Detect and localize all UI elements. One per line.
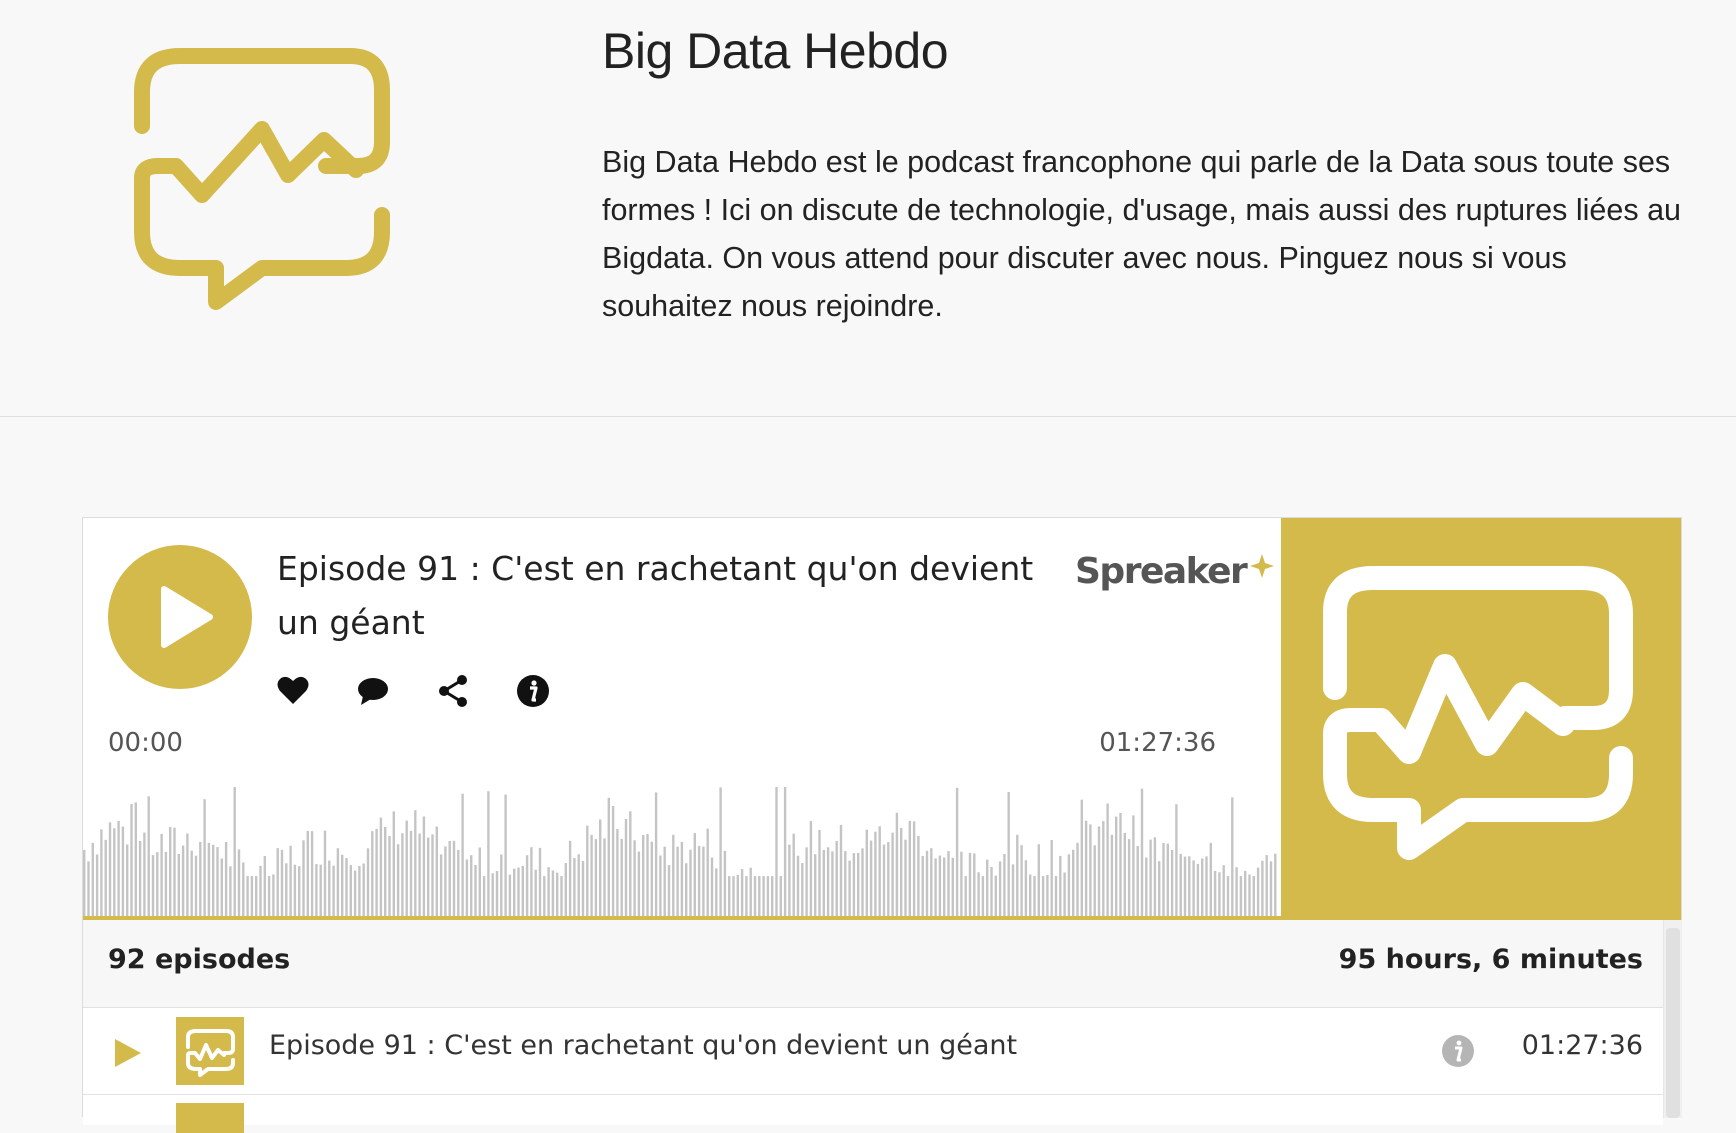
podcast-title: Big Data Hebdo — [602, 23, 949, 79]
total-time: 01:27:36 — [1099, 728, 1216, 758]
podcast-description: Big Data Hebdo est le podcast francophon… — [602, 145, 1681, 323]
heart-icon — [277, 676, 309, 704]
comment-icon — [358, 678, 388, 705]
episode-list-scrollbar[interactable] — [1663, 920, 1682, 1118]
info-icon — [517, 675, 549, 707]
like-button[interactable] — [275, 673, 315, 713]
current-time: 00:00 — [108, 728, 183, 758]
episode-thumbnail — [176, 1103, 244, 1133]
play-icon — [161, 586, 213, 648]
podcast-header: Big Data Hebdo Big Data Hebdo est le pod… — [0, 0, 1736, 417]
share-icon — [439, 675, 467, 707]
episode-row-title: Episode 91 : C'est en rachetant qu'on de… — [269, 1030, 1018, 1061]
comment-button[interactable] — [355, 673, 395, 713]
total-duration: 95 hours, 6 minutes — [1338, 944, 1643, 975]
cover-logo-icon — [1323, 566, 1633, 860]
row-info-icon[interactable] — [1441, 1034, 1475, 1068]
star-icon — [1250, 554, 1275, 578]
spreaker-wordmark: Spreaker — [1075, 550, 1248, 592]
episode-title: Episode 91 : C'est en rachetant qu'on de… — [277, 549, 1034, 642]
episode-thumbnail — [176, 1017, 244, 1085]
spreaker-player: Episode 91 : C'est en rachetant qu'on de… — [82, 517, 1682, 1133]
episode-row-duration: 01:27:36 — [1521, 1030, 1643, 1061]
thumbnail-logo-icon — [186, 1029, 235, 1077]
list-item[interactable] — [83, 1095, 1663, 1133]
scrollbar-thumb[interactable] — [1666, 928, 1680, 1118]
play-button[interactable] — [108, 545, 252, 689]
episode-row[interactable]: Episode 91 : C'est en rachetant qu'on de… — [83, 1008, 1663, 1095]
row-play-icon[interactable] — [113, 1038, 143, 1068]
podcast-logo-icon — [134, 48, 390, 310]
waveform-seekbar[interactable] — [83, 783, 1281, 916]
cover-art — [1281, 518, 1681, 920]
episodes-summary: 92 episodes 95 hours, 6 minutes — [83, 920, 1663, 1008]
share-button[interactable] — [435, 673, 475, 713]
spreaker-logo[interactable]: Spreaker — [1075, 546, 1276, 596]
info-button[interactable] — [515, 673, 555, 713]
episode-count: 92 episodes — [108, 944, 291, 975]
section-divider — [0, 416, 1736, 417]
